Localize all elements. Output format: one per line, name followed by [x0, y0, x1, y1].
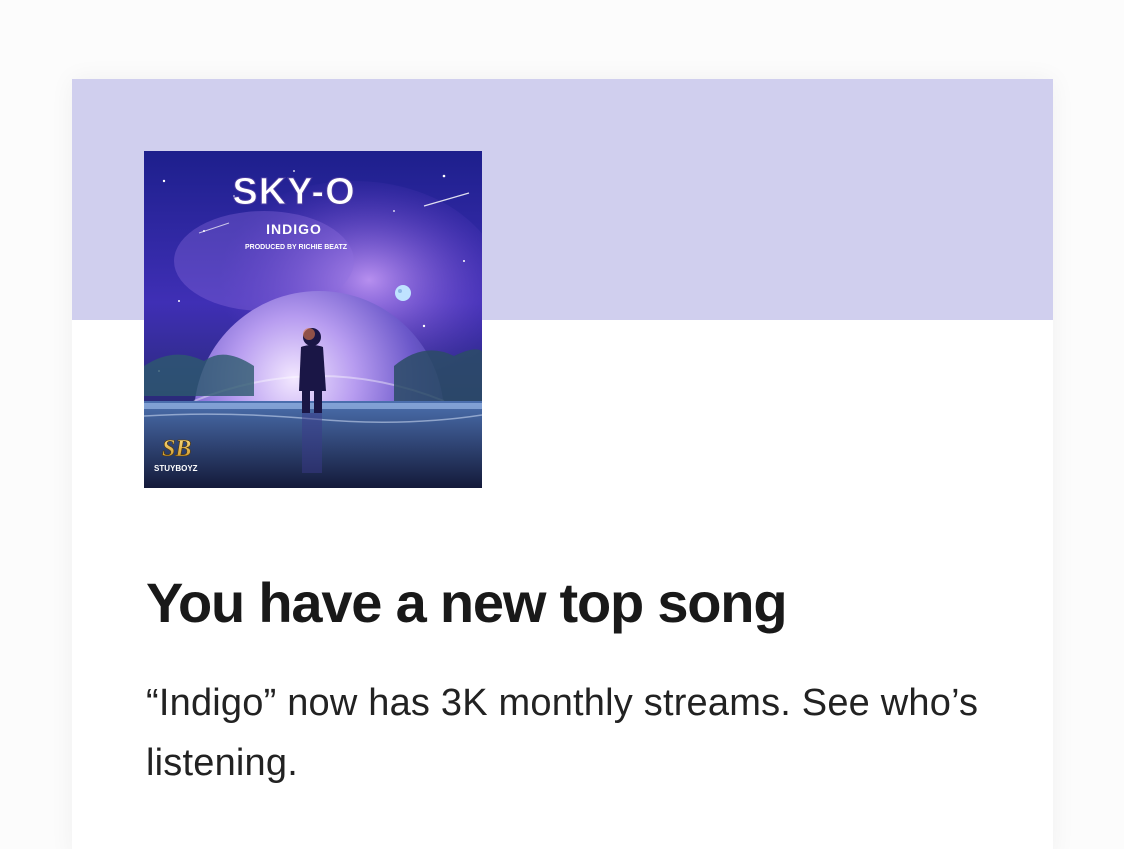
notification-card[interactable]: SKY-O INDIGO PRODUCED BY RICHIE BEATZ SB…: [72, 79, 1053, 849]
cover-artist: SKY-O: [232, 171, 355, 213]
album-cover[interactable]: SKY-O INDIGO PRODUCED BY RICHIE BEATZ SB…: [144, 151, 482, 488]
notification-body[interactable]: “Indigo” now has 3K monthly streams. See…: [146, 673, 1006, 793]
cover-logo-mark: SB: [162, 436, 191, 462]
album-cover-art: SKY-O INDIGO PRODUCED BY RICHIE BEATZ SB…: [144, 151, 482, 488]
cover-credit: PRODUCED BY RICHIE BEATZ: [245, 244, 348, 251]
cover-title: INDIGO: [266, 221, 322, 237]
notification-headline: You have a new top song: [146, 571, 788, 634]
page: SKY-O INDIGO PRODUCED BY RICHIE BEATZ SB…: [0, 0, 1124, 849]
cover-logo-name: STUYBOYZ: [154, 464, 198, 473]
